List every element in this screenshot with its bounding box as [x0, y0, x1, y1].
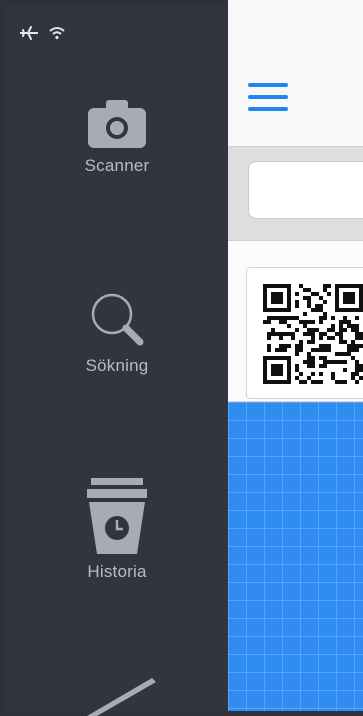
- hamburger-icon: [248, 95, 288, 99]
- status-bar: [20, 26, 66, 40]
- qr-code-thumbnail: [246, 267, 363, 399]
- search-input[interactable]: [248, 161, 363, 219]
- main-content: [228, 0, 363, 711]
- sidebar-item-history[interactable]: Historia: [6, 478, 228, 582]
- history-stack-icon: [87, 478, 147, 554]
- sidebar-item-search[interactable]: Sökning: [6, 290, 228, 376]
- menu-button[interactable]: [248, 83, 288, 111]
- navigation-drawer: Scanner Sökning Historia: [6, 6, 228, 716]
- sidebar-item-label: Sökning: [85, 356, 149, 375]
- navigation-bar: [228, 0, 363, 147]
- wifi-icon: [49, 27, 65, 40]
- hamburger-icon: [248, 83, 288, 87]
- camera-icon: [88, 100, 146, 148]
- sidebar-item-label: Historia: [87, 562, 147, 581]
- qr-code-icon: [263, 284, 363, 384]
- search-bar: [228, 147, 363, 241]
- sidebar-item-scanner[interactable]: Scanner: [6, 100, 228, 176]
- pen-icon: [87, 678, 156, 716]
- sidebar-item-label: Scanner: [84, 156, 150, 175]
- magnifier-icon: [91, 293, 144, 346]
- scan-result-row[interactable]: [228, 241, 363, 402]
- hamburger-icon: [248, 107, 288, 111]
- airplane-icon: [20, 26, 38, 40]
- grid-background: [228, 402, 363, 711]
- sidebar-item-edit[interactable]: [6, 676, 228, 716]
